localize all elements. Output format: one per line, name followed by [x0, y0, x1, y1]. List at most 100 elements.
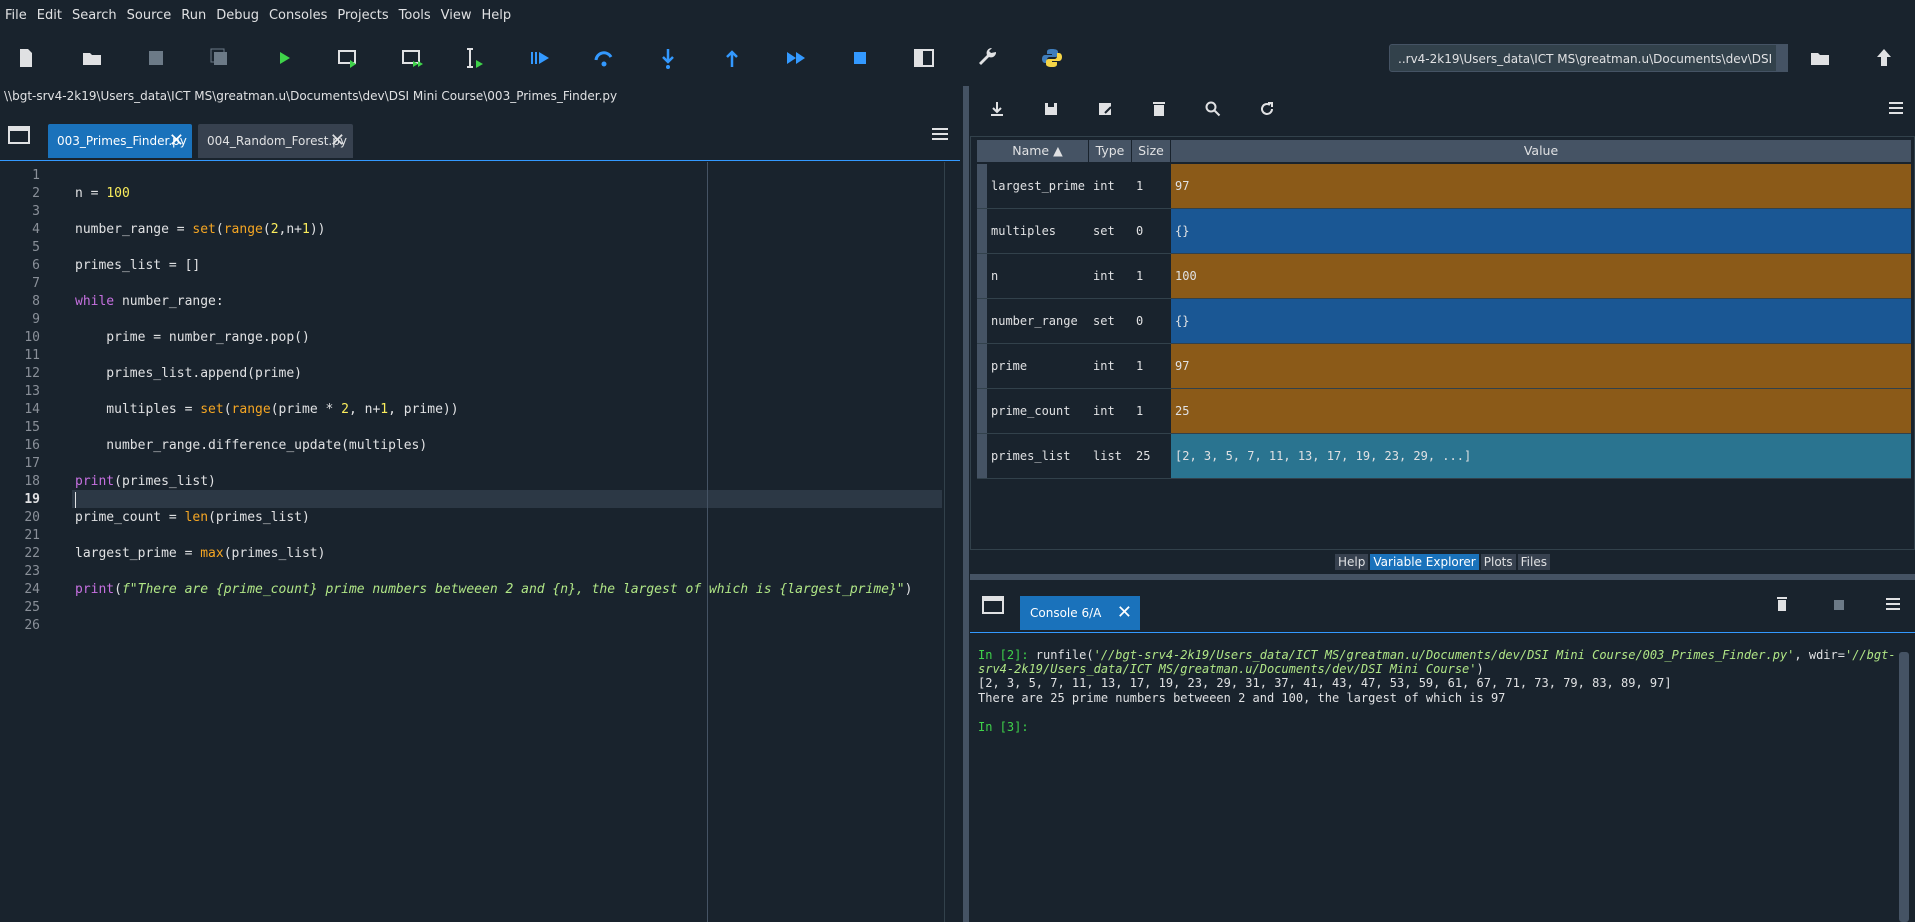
- step-over-icon[interactable]: [590, 44, 618, 72]
- working-directory-combo[interactable]: ..rv4-2k19\Users_data\ICT MS\greatman.u\…: [1389, 44, 1787, 72]
- tab-label: 004_Random_Forest.py: [207, 134, 347, 148]
- menu-edit[interactable]: Edit: [32, 8, 67, 23]
- column-header-type[interactable]: Type: [1089, 140, 1131, 162]
- close-icon[interactable]: ✕: [1117, 596, 1132, 630]
- python-path-icon[interactable]: [1038, 44, 1066, 72]
- editor-file-path: \\bgt-srv4-2k19\Users_data\ICT MS\greatm…: [4, 89, 618, 103]
- continue-icon[interactable]: [782, 44, 810, 72]
- menu-debug[interactable]: Debug: [211, 8, 264, 23]
- explorer-options-menu-icon[interactable]: [1888, 100, 1904, 116]
- tab-variable-explorer[interactable]: Variable Explorer: [1370, 554, 1479, 570]
- code-editor[interactable]: 1 2 3 4 5 6 7 8 9 10 11 12 13 14 15 16 1…: [0, 162, 944, 922]
- tab-003-primes-finder[interactable]: 003_Primes_Finder.py ✕: [48, 124, 192, 158]
- open-file-icon[interactable]: [78, 44, 106, 72]
- new-file-icon[interactable]: [12, 44, 40, 72]
- close-icon[interactable]: ✕: [169, 124, 184, 158]
- console-options-menu-icon[interactable]: [1885, 596, 1901, 612]
- line-number: 5: [32, 240, 40, 255]
- run-cell-icon[interactable]: [334, 44, 362, 72]
- stop-debug-icon[interactable]: [846, 44, 874, 72]
- debug-icon[interactable]: [526, 44, 554, 72]
- variable-row[interactable]: multiples set 0 {}: [977, 209, 1911, 254]
- column-header-name[interactable]: Name ▲: [987, 140, 1088, 162]
- line-number: 9: [32, 312, 40, 327]
- variable-row[interactable]: prime_count int 1 25: [977, 389, 1911, 434]
- console-scrollbar-thumb[interactable]: [1899, 652, 1909, 922]
- ipython-console[interactable]: In [2]: runfile('//bgt-srv4-2k19/Users_d…: [970, 634, 1900, 922]
- row-header[interactable]: [977, 344, 987, 388]
- code-line: multiples = set(range(prime * 2, n+1, pr…: [75, 402, 459, 417]
- preferences-wrench-icon[interactable]: [974, 44, 1002, 72]
- line-number: 24: [24, 582, 40, 597]
- line-number: 25: [24, 600, 40, 615]
- column-header-size[interactable]: Size: [1132, 140, 1170, 162]
- save-file-icon[interactable]: [142, 44, 170, 72]
- run-cell-advance-icon[interactable]: [398, 44, 426, 72]
- tab-label: Console 6/A: [1030, 606, 1102, 620]
- variable-name: prime: [991, 359, 1028, 373]
- row-header[interactable]: [977, 209, 987, 253]
- editor-options-menu-icon[interactable]: [930, 126, 950, 142]
- line-number: 4: [32, 222, 40, 237]
- tab-label: 003_Primes_Finder.py: [57, 134, 187, 148]
- line-number: 3: [32, 204, 40, 219]
- menu-consoles[interactable]: Consoles: [264, 8, 332, 23]
- row-header[interactable]: [977, 299, 987, 343]
- menu-run[interactable]: Run: [176, 8, 211, 23]
- step-into-icon[interactable]: [654, 44, 682, 72]
- save-data-icon[interactable]: [1042, 100, 1060, 118]
- variable-row[interactable]: primes_list list 25 [2, 3, 5, 7, 11, 13, 17…: [977, 434, 1911, 479]
- parent-directory-icon[interactable]: [1870, 44, 1898, 72]
- code-line: print(primes_list): [75, 474, 216, 489]
- run-icon[interactable]: [270, 44, 298, 72]
- variable-value: 100: [1175, 269, 1197, 283]
- save-all-icon[interactable]: [206, 44, 234, 72]
- menu-search[interactable]: Search: [67, 8, 122, 23]
- pane-splitter-horizontal[interactable]: [970, 574, 1915, 580]
- remove-all-variables-console-icon[interactable]: [1774, 596, 1790, 612]
- stop-kernel-icon[interactable]: [1834, 600, 1844, 610]
- line-number: 17: [24, 456, 40, 471]
- code-line: while number_range:: [75, 294, 224, 309]
- close-icon[interactable]: ✕: [330, 124, 345, 158]
- editor-scrollbar[interactable]: [944, 162, 961, 922]
- run-selection-icon[interactable]: [462, 44, 490, 72]
- pane-splitter-vertical[interactable]: [963, 86, 969, 922]
- browse-folder-icon[interactable]: [1806, 44, 1834, 72]
- menu-tools[interactable]: Tools: [394, 8, 436, 23]
- menu-projects[interactable]: Projects: [332, 8, 393, 23]
- variable-size: 1: [1136, 404, 1144, 418]
- step-out-icon[interactable]: [718, 44, 746, 72]
- row-header[interactable]: [977, 389, 987, 433]
- menu-source[interactable]: Source: [122, 8, 177, 23]
- tab-004-random-forest[interactable]: 004_Random_Forest.py ✕: [198, 124, 353, 158]
- maximize-pane-icon[interactable]: [910, 44, 938, 72]
- refresh-icon[interactable]: [1258, 100, 1276, 118]
- remove-all-variables-icon[interactable]: [1150, 100, 1168, 118]
- column-header-value[interactable]: Value: [1171, 140, 1911, 162]
- line-number: 22: [24, 546, 40, 561]
- variable-row[interactable]: largest_prime int 1 97: [977, 164, 1911, 209]
- menu-help[interactable]: Help: [477, 8, 517, 23]
- line-number-current: 19: [24, 492, 40, 507]
- tab-plots[interactable]: Plots: [1480, 554, 1516, 570]
- variable-type: set: [1093, 314, 1115, 328]
- variable-size: 1: [1136, 269, 1144, 283]
- variable-row[interactable]: number_range set 0 {}: [977, 299, 1911, 344]
- tab-console[interactable]: Console 6/A ✕: [1020, 596, 1140, 630]
- variable-row[interactable]: n int 1 100: [977, 254, 1911, 299]
- variable-row[interactable]: prime int 1 97: [977, 344, 1911, 389]
- menu-file[interactable]: File: [0, 8, 32, 23]
- row-header[interactable]: [977, 254, 987, 298]
- row-header[interactable]: [977, 434, 987, 478]
- tab-files[interactable]: Files: [1517, 554, 1550, 570]
- import-data-icon[interactable]: [988, 100, 1006, 118]
- browse-tabs-icon[interactable]: [8, 126, 30, 144]
- tab-help[interactable]: Help: [1335, 554, 1369, 570]
- search-icon[interactable]: [1204, 100, 1222, 118]
- row-header[interactable]: [977, 164, 987, 208]
- menu-view[interactable]: View: [436, 8, 477, 23]
- save-data-as-icon[interactable]: [1096, 100, 1114, 118]
- browse-consoles-icon[interactable]: [982, 596, 1004, 614]
- working-directory-dropdown[interactable]: [1776, 44, 1788, 72]
